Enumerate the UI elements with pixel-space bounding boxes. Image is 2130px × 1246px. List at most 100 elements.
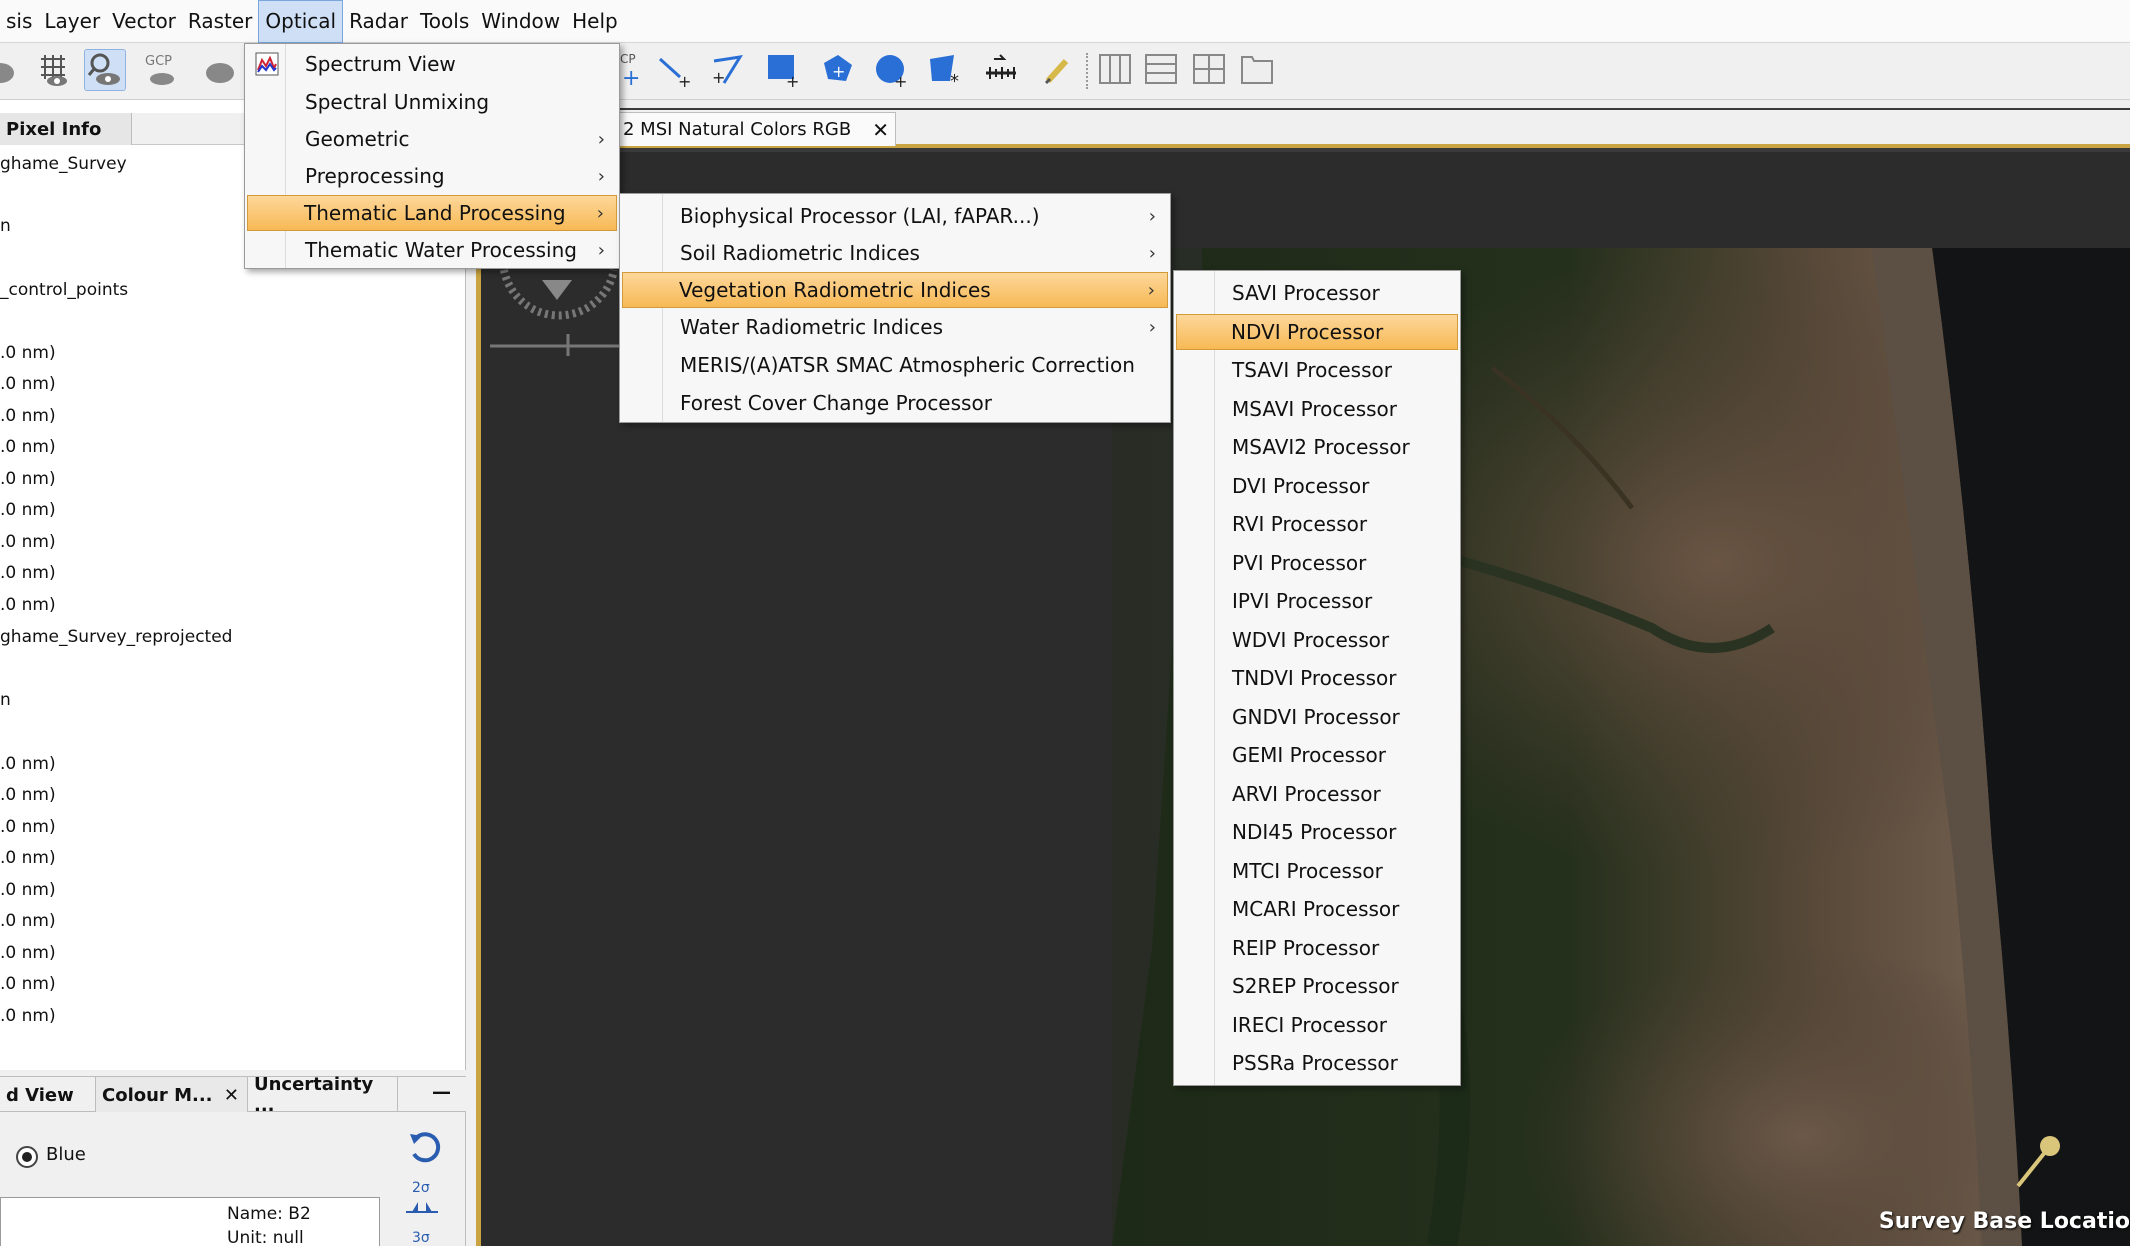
tree-item[interactable]: .0 nm) <box>0 563 56 583</box>
tree-item[interactable]: .0 nm) <box>0 437 56 457</box>
close-icon[interactable]: ✕ <box>224 1085 239 1106</box>
menu-analysis[interactable]: sis <box>0 0 38 43</box>
chevron-right-icon: › <box>597 128 605 150</box>
svg-text:CP: CP <box>620 52 636 66</box>
menu-item-vegetation-radiometric-indices[interactable]: Vegetation Radiometric Indices › <box>622 272 1168 308</box>
menu-item-water-radiometric-indices[interactable]: Water Radiometric Indices › <box>622 309 1168 345</box>
menu-item-biophysical-processor[interactable]: Biophysical Processor (LAI, fAPAR...) › <box>622 198 1168 234</box>
tree-item[interactable]: .0 nm) <box>0 532 56 552</box>
menu-item-mtci[interactable]: MTCI Processor <box>1176 853 1458 889</box>
tree-item[interactable]: n <box>0 216 11 236</box>
tab-world-view[interactable]: d View <box>0 1077 96 1113</box>
menu-item-rvi[interactable]: RVI Processor <box>1176 506 1458 542</box>
menu-item-pvi[interactable]: PVI Processor <box>1176 545 1458 581</box>
menu-item-thematic-water-processing[interactable]: Thematic Water Processing › <box>247 232 617 268</box>
tree-item[interactable]: .0 nm) <box>0 406 56 426</box>
tab-uncertainty[interactable]: Uncertainty ... <box>248 1074 398 1116</box>
svg-text:GCP: GCP <box>145 54 172 69</box>
chevron-right-icon: › <box>1147 279 1155 301</box>
layer-icon[interactable] <box>0 49 28 91</box>
tree-item[interactable]: .0 nm) <box>0 785 56 805</box>
tree-item[interactable]: ghame_Survey_reprojected <box>0 627 232 647</box>
menu-item-ipvi[interactable]: IPVI Processor <box>1176 583 1458 619</box>
menu-item-savi[interactable]: SAVI Processor <box>1176 275 1458 311</box>
tree-item[interactable]: .0 nm) <box>0 911 56 931</box>
pencil-icon[interactable] <box>1036 49 1078 91</box>
menu-item-msavi2[interactable]: MSAVI2 Processor <box>1176 429 1458 465</box>
menu-optical[interactable]: Optical <box>258 0 344 43</box>
radio-blue[interactable] <box>16 1146 38 1168</box>
minimize-icon[interactable]: — <box>432 1081 451 1103</box>
menu-item-geometric[interactable]: Geometric › <box>247 121 617 157</box>
menu-vector[interactable]: Vector <box>106 0 182 43</box>
menu-help[interactable]: Help <box>566 0 624 43</box>
tab-image-view[interactable]: 2 MSI Natural Colors RGB ✕ <box>616 112 896 146</box>
menu-item-mcari[interactable]: MCARI Processor <box>1176 891 1458 927</box>
menu-item-ndi45[interactable]: NDI45 Processor <box>1176 814 1458 850</box>
tree-item[interactable]: .0 nm) <box>0 848 56 868</box>
tree-item[interactable]: .0 nm) <box>0 343 56 363</box>
menu-item-spectrum-view[interactable]: Spectrum View <box>247 46 617 82</box>
graticule-icon[interactable] <box>33 49 75 91</box>
rectangle-draw-icon[interactable]: + <box>762 49 804 91</box>
tree-item[interactable]: _control_points <box>0 280 128 300</box>
svg-text:+: + <box>622 66 640 89</box>
menu-item-reip[interactable]: REIP Processor <box>1176 930 1458 966</box>
tree-item[interactable]: .0 nm) <box>0 595 56 615</box>
menu-tools[interactable]: Tools <box>414 0 475 43</box>
reset-icon[interactable] <box>406 1130 442 1166</box>
menu-item-tndvi[interactable]: TNDVI Processor <box>1176 660 1458 696</box>
menu-window[interactable]: Window <box>475 0 566 43</box>
menu-item-msavi[interactable]: MSAVI Processor <box>1176 391 1458 427</box>
menu-radar[interactable]: Radar <box>343 0 414 43</box>
tree-item[interactable]: .0 nm) <box>0 974 56 994</box>
menu-item-pssra[interactable]: PSSRa Processor <box>1176 1045 1458 1081</box>
menu-layer[interactable]: Layer <box>38 0 106 43</box>
menu-item-spectral-unmixing[interactable]: Spectral Unmixing <box>247 84 617 120</box>
tree-item[interactable]: .0 nm) <box>0 1006 56 1026</box>
tile-horizontal-icon[interactable] <box>1140 49 1182 91</box>
stretch-2-sigma-icon[interactable] <box>404 1196 440 1216</box>
tile-evenly-icon[interactable] <box>1094 49 1136 91</box>
close-icon[interactable]: ✕ <box>872 118 889 142</box>
menu-item-ireci[interactable]: IRECI Processor <box>1176 1007 1458 1043</box>
tree-item[interactable]: .0 nm) <box>0 500 56 520</box>
menu-item-s2rep[interactable]: S2REP Processor <box>1176 968 1458 1004</box>
tree-item[interactable]: .0 nm) <box>0 754 56 774</box>
menu-item-gemi[interactable]: GEMI Processor <box>1176 737 1458 773</box>
tab-pixel-info[interactable]: Pixel Info <box>0 113 132 145</box>
single-window-icon[interactable] <box>1236 49 1278 91</box>
ellipse-draw-icon[interactable]: + <box>870 49 912 91</box>
menu-item-tsavi[interactable]: TSAVI Processor <box>1176 352 1458 388</box>
menu-item-ndvi[interactable]: NDVI Processor <box>1176 314 1458 350</box>
menu-item-forest-cover-change[interactable]: Forest Cover Change Processor <box>622 385 1168 421</box>
range-finder-icon[interactable] <box>980 49 1022 91</box>
pixel-info-icon[interactable] <box>84 49 126 91</box>
menu-item-preprocessing[interactable]: Preprocessing › <box>247 158 617 194</box>
menu-item-wdvi[interactable]: WDVI Processor <box>1176 622 1458 658</box>
menu-item-thematic-land-processing[interactable]: Thematic Land Processing › <box>247 195 617 231</box>
gcp-icon[interactable]: GCP <box>140 49 182 91</box>
tree-item[interactable]: .0 nm) <box>0 880 56 900</box>
tab-colour-manipulation[interactable]: Colour M... ✕ <box>96 1077 248 1113</box>
polyline-draw-icon[interactable]: + <box>708 49 750 91</box>
svg-text:+: + <box>786 72 799 89</box>
line-draw-icon[interactable]: + <box>652 49 694 91</box>
toolbar-separator <box>1086 53 1088 89</box>
magic-wand-icon[interactable]: * <box>924 49 966 91</box>
tree-item[interactable]: .0 nm) <box>0 943 56 963</box>
menu-item-gndvi[interactable]: GNDVI Processor <box>1176 699 1458 735</box>
pin-icon[interactable] <box>196 49 238 91</box>
tree-item[interactable]: n <box>0 690 11 710</box>
menu-item-soil-radiometric-indices[interactable]: Soil Radiometric Indices › <box>622 235 1168 271</box>
menu-item-smac-atmospheric-correction[interactable]: MERIS/(A)ATSR SMAC Atmospheric Correctio… <box>622 347 1168 383</box>
tree-item[interactable]: .0 nm) <box>0 469 56 489</box>
tree-item[interactable]: .0 nm) <box>0 817 56 837</box>
menu-raster[interactable]: Raster <box>182 0 259 43</box>
menu-item-dvi[interactable]: DVI Processor <box>1176 468 1458 504</box>
tile-vertical-icon[interactable] <box>1188 49 1230 91</box>
tree-item[interactable]: .0 nm) <box>0 374 56 394</box>
menu-item-arvi[interactable]: ARVI Processor <box>1176 776 1458 812</box>
polygon-draw-icon[interactable]: + <box>816 49 858 91</box>
tree-item[interactable]: ghame_Survey <box>0 154 127 174</box>
